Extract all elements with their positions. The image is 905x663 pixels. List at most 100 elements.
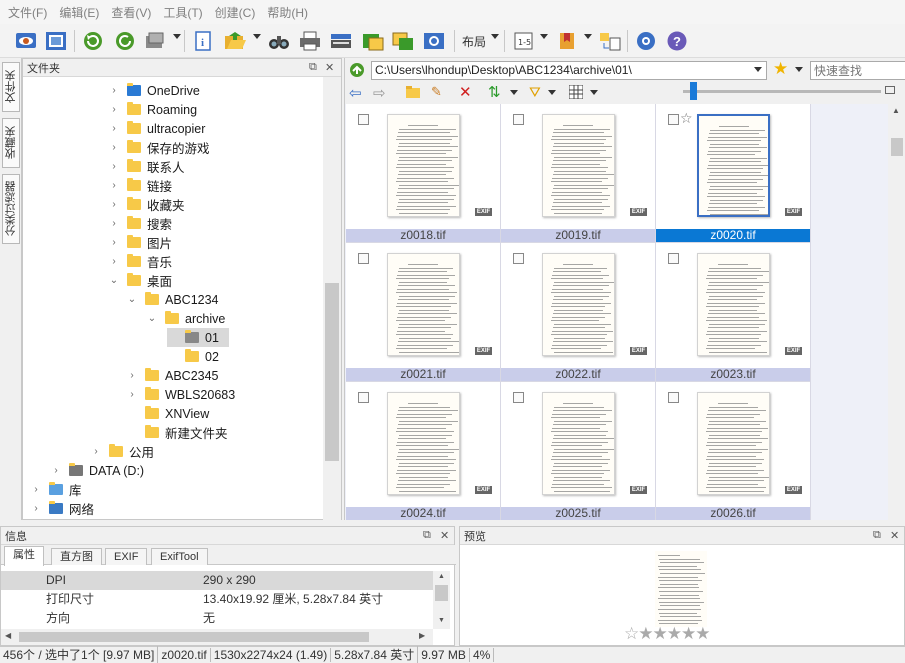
view-dropdown-icon[interactable] (590, 90, 598, 95)
scroll-up-icon[interactable]: ▲ (892, 106, 900, 115)
browser-scrollbar[interactable]: ▲ (888, 104, 905, 520)
eye-icon[interactable] (13, 28, 39, 54)
tree-item[interactable]: › 公用 (91, 442, 154, 461)
tree-item[interactable]: › DATA (D:) (51, 461, 144, 480)
thumbnail-item[interactable]: EXIF z0026.tif (656, 382, 811, 520)
layout-label[interactable]: 布局 (462, 33, 486, 50)
chevron-right-icon[interactable]: › (91, 446, 101, 457)
transform-icon[interactable] (142, 28, 168, 54)
menu-view[interactable]: 查看(V) (107, 4, 159, 21)
compare-icon[interactable] (597, 28, 623, 54)
address-dropdown-icon[interactable] (754, 67, 762, 72)
thumbnail-item[interactable]: EXIF z0025.tif (501, 382, 656, 520)
thumbnail-item[interactable]: EXIF z0022.tif (501, 243, 656, 382)
menu-edit[interactable]: 编辑(E) (55, 4, 107, 21)
tree-item[interactable]: › ultracopier (109, 119, 205, 138)
open-folder-icon[interactable] (222, 28, 248, 54)
bookmark-icon[interactable] (554, 28, 580, 54)
select-checkbox[interactable] (358, 392, 369, 403)
tree-item[interactable]: ⌄ ABC1234 (127, 290, 219, 309)
star-icon[interactable]: ★ (773, 59, 788, 79)
menu-file[interactable]: 文件(F) (4, 4, 55, 21)
rating-stars[interactable]: ☆★★★★★ (624, 624, 710, 644)
browser-scroll-thumb[interactable] (891, 138, 903, 156)
tree-item[interactable]: ⌄ archive (147, 309, 225, 328)
close-icon[interactable]: ✕ (325, 61, 334, 74)
layout-dropdown-icon[interactable] (491, 34, 499, 39)
property-row[interactable]: DPI 290 x 290 (1, 571, 433, 590)
page-dropdown-icon[interactable] (540, 34, 548, 39)
thumbnail-item[interactable]: EXIF z0023.tif (656, 243, 811, 382)
tree-item[interactable]: 02 (167, 347, 219, 366)
select-checkbox[interactable] (513, 114, 524, 125)
tab-exiftool[interactable]: ExifTool (151, 548, 208, 565)
select-checkbox[interactable] (668, 253, 679, 264)
tree-item[interactable]: › WBLS20683 (127, 385, 235, 404)
tab-favorites[interactable]: 收藏夹 (2, 118, 20, 168)
tree-item[interactable]: › 收藏夹 (109, 195, 185, 214)
binoculars-icon[interactable] (266, 28, 292, 54)
filter-icon[interactable]: ⛛ (529, 84, 541, 101)
tree-item[interactable]: › OneDrive (109, 81, 200, 100)
address-input[interactable]: C:\Users\lhondup\Desktop\ABC1234\archive… (371, 61, 767, 80)
maximize-thumb-icon[interactable] (885, 86, 895, 94)
chevron-right-icon[interactable]: › (109, 104, 119, 115)
chevron-right-icon[interactable]: › (109, 218, 119, 229)
chevron-right-icon[interactable]: › (109, 256, 119, 267)
capture-icon[interactable] (421, 28, 447, 54)
preview-close-icon[interactable]: ✕ (890, 529, 899, 542)
tree-item[interactable]: XNView (127, 404, 209, 423)
chevron-right-icon[interactable]: › (109, 142, 119, 153)
chevron-right-icon[interactable]: › (109, 123, 119, 134)
tree-item[interactable]: › Roaming (109, 100, 197, 119)
menu-create[interactable]: 创建(C) (211, 4, 264, 21)
tree-item[interactable]: › 联系人 (109, 157, 185, 176)
tree-scrollbar[interactable] (323, 77, 341, 521)
tab-histogram[interactable]: 直方图 (51, 548, 102, 565)
thumbnail-item[interactable]: EXIF z0019.tif (501, 104, 656, 243)
rename-icon[interactable]: ✎ (431, 84, 442, 100)
go-up-icon[interactable] (349, 62, 365, 81)
thumbnail-item[interactable]: EXIF z0021.tif (346, 243, 501, 382)
sort-dropdown-icon[interactable] (510, 90, 518, 95)
chevron-right-icon[interactable]: › (31, 503, 41, 514)
select-checkbox[interactable] (358, 114, 369, 125)
chevron-right-icon[interactable]: › (51, 465, 61, 476)
float-icon[interactable]: ⧉ (309, 61, 317, 74)
page-icon[interactable]: 1-5 (511, 28, 537, 54)
preview-float-icon[interactable]: ⧉ (873, 529, 881, 542)
menu-tools[interactable]: 工具(T) (159, 4, 210, 21)
thumbnail-item[interactable]: ☆ EXIF z0020.tif (656, 104, 811, 243)
select-checkbox[interactable] (513, 392, 524, 403)
forward-arrow-icon[interactable]: ⇨ (373, 84, 386, 102)
menu-help[interactable]: 帮助(H) (263, 4, 316, 21)
info-scrollbar[interactable]: ▲ ▼ (433, 571, 450, 629)
delete-icon[interactable]: ✕ (459, 83, 472, 101)
chevron-right-icon[interactable]: › (31, 484, 41, 495)
chevron-right-icon[interactable]: › (109, 199, 119, 210)
property-row[interactable]: 方向 无 (1, 609, 433, 628)
chevron-right-icon[interactable]: › (109, 237, 119, 248)
scan-icon[interactable] (328, 28, 354, 54)
filter-dropdown-icon[interactable] (548, 90, 556, 95)
rating-star-icon[interactable]: ☆ (680, 110, 693, 127)
select-checkbox[interactable] (358, 253, 369, 264)
chevron-right-icon[interactable]: › (127, 370, 137, 381)
fullscreen-icon[interactable] (43, 28, 69, 54)
bookmark-dropdown-icon[interactable] (584, 34, 592, 39)
tree-item[interactable]: › 库 (31, 480, 82, 499)
print-icon[interactable] (297, 28, 323, 54)
quick-search-input[interactable] (810, 61, 905, 80)
tree-item[interactable]: › ABC2345 (127, 366, 219, 385)
info-close-icon[interactable]: ✕ (440, 529, 449, 542)
rotate-icon[interactable] (112, 28, 138, 54)
transform-dropdown-icon[interactable] (173, 34, 181, 39)
new-folder-icon[interactable] (405, 85, 421, 102)
info-icon[interactable]: i (190, 28, 216, 54)
chevron-down-icon[interactable]: ⌄ (127, 294, 137, 305)
chevron-right-icon[interactable]: › (109, 161, 119, 172)
tree-item[interactable]: › 音乐 (109, 252, 172, 271)
select-checkbox[interactable] (668, 114, 679, 125)
view-mode-icon[interactable] (568, 84, 584, 102)
chevron-right-icon[interactable]: › (109, 180, 119, 191)
